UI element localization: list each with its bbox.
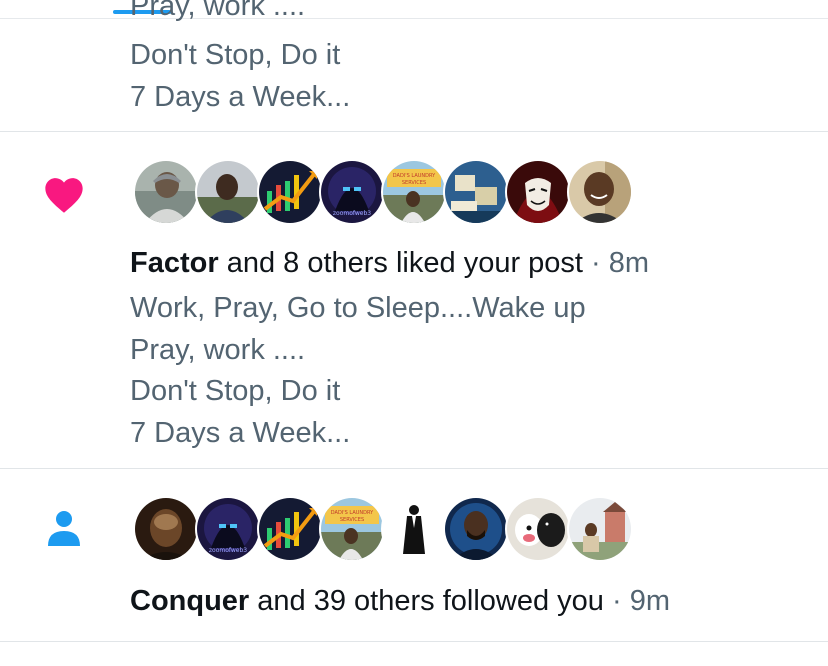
notification-item[interactable]: Pray, work .... Don't Stop, Do it 7 Days… xyxy=(0,0,828,132)
actor-name-link[interactable]: Factor xyxy=(130,247,219,279)
avatar-dogs[interactable] xyxy=(505,496,571,562)
avatar-anonymous-mask[interactable] xyxy=(505,159,571,225)
timestamp: · 9m xyxy=(611,585,670,617)
actor-name-link[interactable]: Conquer xyxy=(130,585,249,617)
notification-action-text: and 8 others liked your post xyxy=(226,247,583,279)
heart-icon xyxy=(43,176,85,219)
svg-text:SERVICES: SERVICES xyxy=(340,517,364,523)
avatar-smiling-man[interactable] xyxy=(567,159,633,225)
avatar-man-outdoors[interactable] xyxy=(567,496,633,562)
avatar-row: zoomofweb3 DADI'S LAUNDRY SERVICES xyxy=(133,159,653,225)
post-text-line: Pray, work .... xyxy=(130,334,306,366)
avatar-dark-portrait[interactable] xyxy=(133,496,199,562)
notification-summary: Factor and 8 others liked your post · 8m xyxy=(130,245,649,281)
avatar-silhouette-figure[interactable] xyxy=(381,496,447,562)
svg-text:DADI'S LAUNDRY: DADI'S LAUNDRY xyxy=(393,173,436,179)
timestamp: · 8m xyxy=(591,247,650,279)
avatar-zoomofweb3-hooded[interactable]: zoomofweb3 xyxy=(319,159,385,225)
notification-action-text: and 39 others followed you xyxy=(257,585,604,617)
post-text-line: Don't Stop, Do it xyxy=(130,39,341,71)
post-text-line: 7 Days a Week... xyxy=(130,81,351,113)
avatar-laundry-services[interactable]: DADI'S LAUNDRY SERVICES xyxy=(381,159,447,225)
notification-item[interactable]: zoomofweb3 DADI'S LAUNDRY SERVICES xyxy=(0,469,828,642)
svg-text:zoomofweb3: zoomofweb3 xyxy=(333,210,371,217)
person-icon xyxy=(46,509,82,552)
post-text-line: Don't Stop, Do it xyxy=(130,375,341,407)
avatar-person-selfie[interactable] xyxy=(195,159,261,225)
avatar-row: zoomofweb3 DADI'S LAUNDRY SERVICES xyxy=(133,496,653,562)
notification-item[interactable]: zoomofweb3 DADI'S LAUNDRY SERVICES xyxy=(0,132,828,469)
avatar-crypto-chart[interactable] xyxy=(257,159,323,225)
avatar-zoomofweb3-hooded[interactable]: zoomofweb3 xyxy=(195,496,261,562)
post-text-line: Work, Pray, Go to Sleep....Wake up xyxy=(130,292,586,324)
svg-text:zoomofweb3: zoomofweb3 xyxy=(209,547,247,554)
post-text-line: Pray, work .... xyxy=(130,0,306,22)
avatar-blue-scene[interactable] xyxy=(443,159,509,225)
post-text-line: 7 Days a Week... xyxy=(130,417,351,449)
avatar-bearded-man-blue[interactable] xyxy=(443,496,509,562)
avatar-laundry-services[interactable]: DADI'S LAUNDRY SERVICES xyxy=(319,496,385,562)
avatar-person-grey-cap[interactable] xyxy=(133,159,199,225)
svg-text:SERVICES: SERVICES xyxy=(402,180,426,186)
avatar-crypto-chart[interactable] xyxy=(257,496,323,562)
notification-summary: Conquer and 39 others followed you · 9m xyxy=(130,583,670,619)
svg-text:DADI'S LAUNDRY: DADI'S LAUNDRY xyxy=(331,510,374,516)
